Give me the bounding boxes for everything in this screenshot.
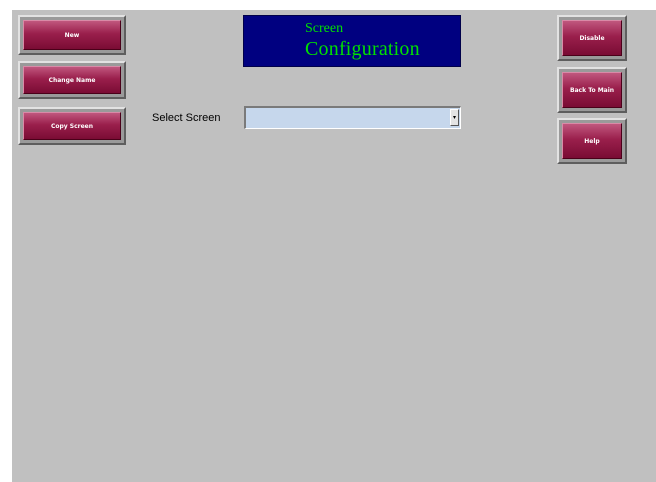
back-to-main-button[interactable]: Back To Main <box>562 72 622 108</box>
select-screen-label: Select Screen <box>152 112 221 124</box>
page-title: Screen Configuration <box>243 15 461 67</box>
chevron-down-icon[interactable]: ▾ <box>450 109 459 126</box>
copy-screen-button-frame: Copy Screen <box>18 107 126 145</box>
copy-screen-button[interactable]: Copy Screen <box>23 112 121 140</box>
new-button[interactable]: New <box>23 20 121 50</box>
disable-button[interactable]: Disable <box>562 20 622 56</box>
page-title-line2: Configuration <box>305 38 420 60</box>
change-name-button-frame: Change Name <box>18 61 126 99</box>
back-to-main-button-frame: Back To Main <box>557 67 627 113</box>
disable-button-frame: Disable <box>557 15 627 61</box>
new-button-frame: New <box>18 15 126 55</box>
select-screen-dropdown[interactable]: ▾ <box>244 106 461 129</box>
help-button-frame: Help <box>557 118 627 164</box>
help-button[interactable]: Help <box>562 123 622 159</box>
change-name-button[interactable]: Change Name <box>23 66 121 94</box>
page-title-line1: Screen <box>305 21 344 36</box>
